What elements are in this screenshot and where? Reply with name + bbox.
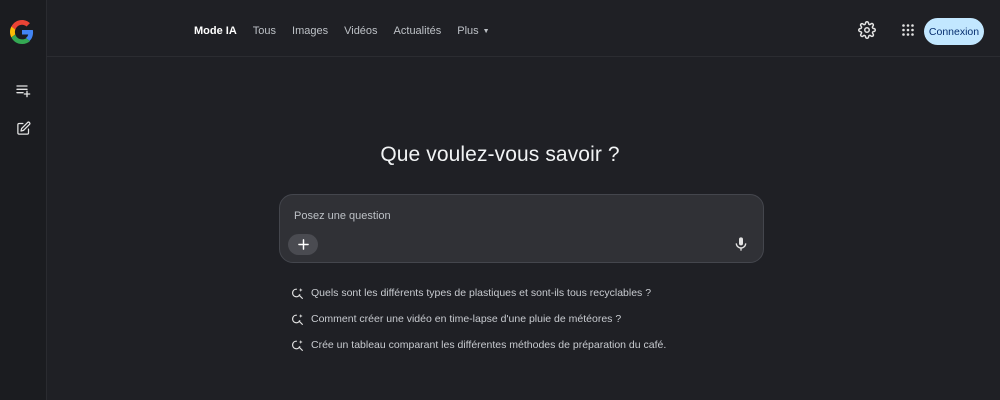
microphone-icon[interactable] bbox=[733, 236, 749, 252]
suggestion-item[interactable]: Comment créer une vidéo en time-lapse d'… bbox=[291, 306, 666, 332]
google-logo[interactable] bbox=[10, 20, 34, 44]
new-chat-edit-icon bbox=[16, 121, 30, 135]
tab-mode-ia[interactable]: Mode IA bbox=[194, 25, 237, 37]
gear-icon[interactable] bbox=[858, 21, 876, 39]
new-chat-button[interactable] bbox=[12, 117, 34, 139]
suggestion-item[interactable]: Crée un tableau comparant les différente… bbox=[291, 332, 666, 358]
signin-button[interactable]: Connexion bbox=[924, 18, 984, 45]
plus-icon bbox=[297, 239, 309, 250]
history-list-icon bbox=[16, 85, 31, 98]
page-title: Que voulez-vous savoir ? bbox=[380, 143, 620, 166]
suggestions-list: Quels sont les différents types de plast… bbox=[291, 280, 666, 358]
suggestion-item[interactable]: Quels sont les différents types de plast… bbox=[291, 280, 666, 306]
tab-actualites[interactable]: Actualités bbox=[394, 25, 442, 37]
top-bar: Mode IA Tous Images Vidéos Actualités Pl… bbox=[46, 0, 1000, 57]
sidebar bbox=[0, 0, 47, 400]
sparkle-search-icon bbox=[292, 313, 303, 325]
apps-grid-icon[interactable] bbox=[902, 24, 914, 36]
search-box bbox=[279, 194, 764, 263]
add-attachment-button[interactable] bbox=[288, 234, 318, 255]
sparkle-search-icon bbox=[292, 339, 303, 351]
tab-plus[interactable]: Plus ▼ bbox=[457, 25, 489, 37]
history-button[interactable] bbox=[12, 79, 34, 101]
search-input[interactable] bbox=[292, 207, 716, 225]
sparkle-search-icon bbox=[292, 287, 303, 299]
nav-tabs: Mode IA Tous Images Vidéos Actualités Pl… bbox=[194, 0, 506, 62]
tab-videos[interactable]: Vidéos bbox=[344, 25, 377, 37]
tab-tous[interactable]: Tous bbox=[253, 25, 276, 37]
caret-down-icon: ▼ bbox=[482, 27, 490, 35]
tab-images[interactable]: Images bbox=[292, 25, 328, 37]
